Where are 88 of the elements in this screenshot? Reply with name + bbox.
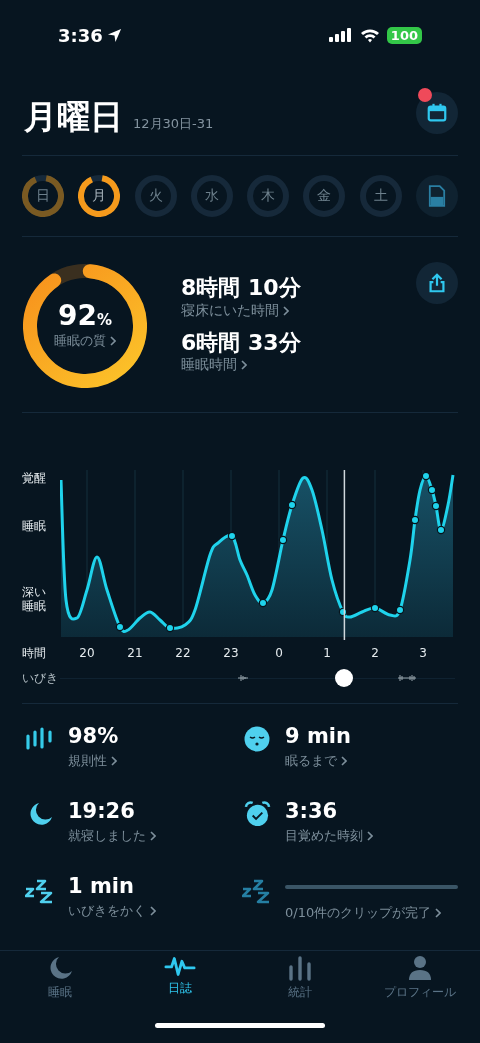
axis-title: 時間: [22, 644, 47, 662]
bars-icon: [25, 726, 55, 750]
sleepy-face-icon: [244, 726, 270, 752]
event-point: [395, 605, 405, 615]
chevron-icon: [341, 756, 347, 767]
event-point: [427, 485, 437, 495]
stat-link[interactable]: 眠るまで: [285, 752, 458, 771]
hour-tick: 0: [274, 646, 284, 660]
event-point: [410, 515, 420, 525]
duration-value: 6時間 33分: [181, 329, 301, 356]
stat-link[interactable]: 就寝しました: [68, 827, 241, 846]
event-point: [115, 622, 125, 632]
tab[interactable]: 日誌: [120, 955, 240, 1013]
stat-value: 9 min: [285, 724, 352, 750]
hour-tick: 3: [418, 646, 428, 660]
stat-link[interactable]: いびきをかく: [68, 902, 241, 921]
tab[interactable]: プロフィール: [360, 955, 480, 1013]
tab[interactable]: 睡眠: [0, 955, 120, 1013]
moon-icon: [47, 955, 73, 981]
hour-tick: 1: [322, 646, 332, 660]
snore-mark-icon: [398, 674, 416, 682]
day-ring[interactable]: 土: [359, 175, 402, 217]
hour-tick: 2: [370, 646, 380, 660]
battery-level: 100: [386, 26, 422, 44]
event-point: [436, 525, 446, 535]
share-button[interactable]: [416, 262, 458, 304]
location-arrow-icon: [106, 27, 122, 43]
duration-value: 8時間 10分: [181, 275, 301, 302]
wave-icon: [164, 955, 196, 977]
day-ring[interactable]: 日: [22, 175, 64, 217]
day-ring[interactable]: 月: [78, 175, 121, 217]
event-point: [431, 501, 441, 511]
event-point: [287, 500, 297, 510]
hour-tick: 22: [174, 646, 192, 660]
document-icon: [427, 185, 446, 207]
calendar-icon: [426, 101, 448, 124]
status-time: 3:36: [58, 24, 103, 46]
event-point: [227, 531, 237, 541]
alarm-clock-icon: [243, 801, 271, 828]
bar-chart-icon: [287, 955, 313, 981]
day-ring[interactable]: 金: [303, 175, 346, 217]
duration-link[interactable]: 寝床にいた時間: [181, 301, 289, 320]
sleep-quality-ring[interactable]: 92% 睡眠の質: [23, 263, 147, 388]
stat-value: 98%: [68, 724, 120, 750]
playback-handle[interactable]: [335, 669, 354, 687]
stat-link[interactable]: 規則性: [68, 752, 241, 771]
axis-label: 睡眠: [22, 520, 46, 534]
snore-label: いびき: [22, 669, 59, 687]
event-point: [165, 623, 175, 633]
axis-label: 覚醒: [22, 472, 46, 486]
chevron-icon: [435, 908, 442, 918]
day-ring[interactable]: 火: [134, 175, 177, 217]
day-title: 月曜日: [24, 96, 123, 138]
snore-mark-icon: [238, 674, 248, 682]
axis-label: 深い睡眠: [22, 586, 47, 614]
person-icon: [407, 955, 433, 981]
share-icon: [426, 272, 448, 294]
calendar-button[interactable]: [416, 91, 458, 134]
chevron-icon: [111, 756, 117, 767]
event-point: [421, 471, 431, 481]
chevron-icon: [367, 831, 373, 842]
date-range: 12月30日-31: [133, 115, 214, 133]
event-point: [258, 598, 268, 608]
document-button[interactable]: [415, 175, 458, 217]
day-ring[interactable]: 木: [247, 175, 290, 217]
chevron-icon: [241, 359, 247, 370]
duration-link[interactable]: 睡眠時間: [181, 355, 247, 374]
event-point: [278, 535, 288, 545]
chevron-icon: [150, 906, 156, 917]
stat-link[interactable]: 0/10件のクリップが完了: [285, 904, 458, 922]
hour-tick: 23: [222, 646, 240, 660]
event-point: [370, 603, 380, 613]
stat-value: 19:26: [68, 799, 136, 825]
stat-value: 3:36: [285, 799, 339, 825]
stat-value: 1 min: [68, 874, 135, 900]
hour-tick: 20: [78, 646, 96, 660]
moon-icon: [27, 801, 53, 827]
chevron-icon: [150, 831, 156, 842]
stat-link[interactable]: 目覚めた時刻: [285, 827, 458, 846]
quality-percent: 92%: [58, 301, 112, 332]
signal-icon: [328, 28, 353, 42]
chevron-icon: [283, 305, 289, 316]
chevron-icon: [110, 335, 116, 346]
hour-tick: 21: [126, 646, 144, 660]
tab[interactable]: 統計: [240, 955, 360, 1013]
wifi-icon: [359, 27, 380, 43]
quality-label[interactable]: 睡眠の質: [54, 331, 116, 350]
day-ring[interactable]: 水: [190, 175, 233, 217]
